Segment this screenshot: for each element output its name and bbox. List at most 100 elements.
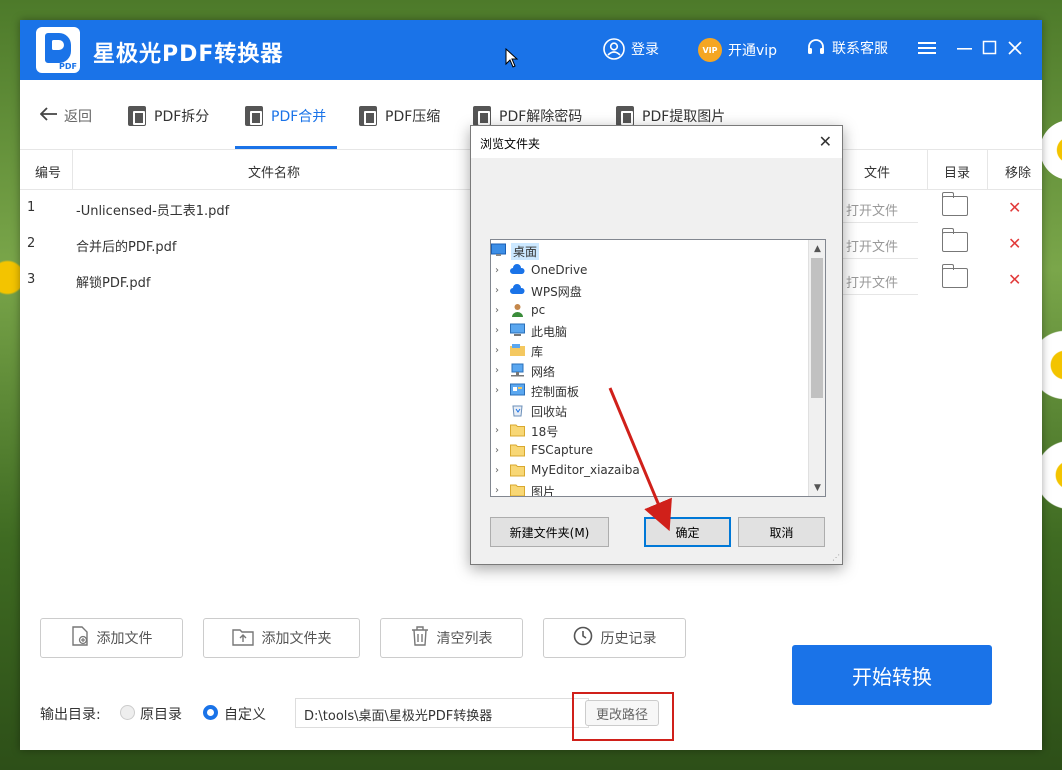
folder-icon[interactable] bbox=[941, 228, 968, 252]
recycle-bin-icon bbox=[510, 403, 525, 417]
cancel-button[interactable]: 取消 bbox=[738, 517, 825, 547]
login-button[interactable]: 登录 bbox=[603, 38, 659, 60]
user-icon bbox=[603, 38, 625, 60]
maximize-icon[interactable] bbox=[980, 36, 1000, 60]
radio-custom-dir[interactable] bbox=[203, 705, 218, 720]
scroll-up-icon[interactable]: ▲ bbox=[809, 240, 825, 257]
back-button[interactable]: 返回 bbox=[39, 106, 92, 126]
tree-item-label: 控制面板 bbox=[531, 385, 580, 399]
tab-pdf-unlock[interactable]: PDF解除密码 bbox=[473, 106, 582, 126]
network-icon bbox=[510, 363, 525, 377]
tree-item-label: WPS网盘 bbox=[531, 285, 582, 299]
history-label: 历史记录 bbox=[600, 631, 657, 647]
chevron-right-icon[interactable]: › bbox=[495, 425, 499, 436]
chevron-right-icon[interactable]: › bbox=[495, 385, 499, 396]
tree-item[interactable]: › 库 bbox=[491, 340, 809, 360]
folder-icon[interactable] bbox=[941, 264, 968, 288]
minimize-icon[interactable] bbox=[955, 36, 975, 60]
tab-pdf-merge[interactable]: PDF合并 bbox=[245, 106, 326, 126]
chevron-right-icon[interactable]: › bbox=[495, 445, 499, 456]
add-file-button[interactable]: 添加文件 bbox=[40, 618, 183, 658]
chevron-right-icon[interactable]: › bbox=[495, 485, 499, 496]
clear-list-button[interactable]: 清空列表 bbox=[380, 618, 523, 658]
tree-item[interactable]: 回收站 bbox=[491, 400, 809, 420]
folder-icon[interactable] bbox=[941, 192, 968, 216]
clear-list-label: 清空列表 bbox=[436, 631, 493, 647]
column-remove: 移除 bbox=[1005, 166, 1032, 181]
chevron-right-icon[interactable]: › bbox=[495, 305, 499, 316]
row-number: 2 bbox=[27, 236, 36, 251]
close-icon[interactable] bbox=[1005, 36, 1025, 60]
chevron-right-icon[interactable]: › bbox=[495, 325, 499, 336]
tree-item-label: FSCapture bbox=[531, 443, 594, 457]
arrow-left-icon bbox=[39, 107, 58, 125]
tree-item[interactable]: › 控制面板 bbox=[491, 380, 809, 400]
tree-item[interactable]: › 18号 bbox=[491, 420, 809, 440]
tab-label: PDF合并 bbox=[271, 109, 327, 125]
vip-icon: VIP bbox=[698, 38, 722, 62]
chevron-right-icon[interactable]: › bbox=[495, 465, 499, 476]
row-filename: -Unlicensed-员工表1.pdf bbox=[76, 204, 230, 219]
start-convert-button[interactable]: 开始转换 bbox=[792, 645, 992, 705]
folder-tree: 桌面 › OneDrive › WPS网盘 › pc › 此电脑 › 库 › 网络 › 控制面板 回收站 › 18… bbox=[490, 239, 826, 497]
new-folder-button[interactable]: 新建文件夹(M) bbox=[490, 517, 609, 547]
pdf-icon bbox=[473, 106, 491, 126]
dialog-close-icon[interactable]: ✕ bbox=[819, 132, 832, 151]
tree-item[interactable]: › FSCapture bbox=[491, 440, 809, 460]
add-folder-icon bbox=[231, 626, 254, 650]
row-number: 3 bbox=[27, 272, 36, 287]
customer-service-button[interactable]: 联系客服 bbox=[806, 38, 888, 58]
remove-icon[interactable]: ✕ bbox=[1008, 234, 1021, 253]
tree-item[interactable]: › WPS网盘 bbox=[491, 280, 809, 300]
tree-item[interactable]: › MyEditor_xiazaiba bbox=[491, 460, 809, 480]
control-panel-icon bbox=[510, 383, 525, 397]
add-file-icon bbox=[71, 626, 89, 650]
tree-item-label: 此电脑 bbox=[531, 325, 568, 339]
remove-icon[interactable]: ✕ bbox=[1008, 270, 1021, 289]
tree-item[interactable]: › 网络 bbox=[491, 360, 809, 380]
chevron-right-icon[interactable]: › bbox=[495, 345, 499, 356]
chevron-right-icon[interactable]: › bbox=[495, 365, 499, 376]
remove-icon[interactable]: ✕ bbox=[1008, 198, 1021, 217]
chevron-right-icon[interactable]: › bbox=[495, 285, 499, 296]
tree-item[interactable]: › OneDrive bbox=[491, 260, 809, 280]
tree-scrollbar[interactable]: ▲ ▼ bbox=[808, 240, 825, 496]
scroll-thumb[interactable] bbox=[811, 258, 823, 398]
tree-item-label: 桌面 bbox=[511, 243, 540, 260]
headset-icon bbox=[806, 38, 826, 58]
ok-button[interactable]: 确定 bbox=[644, 517, 731, 547]
tree-item[interactable]: › pc bbox=[491, 300, 809, 320]
history-button[interactable]: 历史记录 bbox=[543, 618, 686, 658]
scroll-down-icon[interactable]: ▼ bbox=[809, 479, 825, 496]
vip-button[interactable]: VIP 开通vip bbox=[698, 38, 777, 62]
radio-original-dir[interactable] bbox=[120, 705, 135, 720]
folder-icon bbox=[510, 483, 525, 496]
tree-item[interactable]: › 此电脑 bbox=[491, 320, 809, 340]
tab-pdf-extract-images[interactable]: PDF提取图片 bbox=[616, 106, 725, 126]
tab-label: PDF解除密码 bbox=[499, 109, 583, 125]
pdf-icon bbox=[616, 106, 634, 126]
output-path-field[interactable]: D:\tools\桌面\星极光PDF转换器 bbox=[295, 698, 589, 728]
menu-icon[interactable] bbox=[917, 36, 937, 60]
tree-item-label: 网络 bbox=[531, 365, 556, 379]
add-folder-button[interactable]: 添加文件夹 bbox=[203, 618, 360, 658]
tree-item[interactable]: › 图片 bbox=[491, 480, 809, 497]
folder-icon bbox=[510, 463, 525, 477]
tree-item-label: OneDrive bbox=[531, 263, 588, 277]
tab-pdf-split[interactable]: PDF拆分 bbox=[128, 106, 209, 126]
column-number: 编号 bbox=[35, 166, 62, 181]
open-file-link[interactable]: 打开文件 bbox=[840, 265, 918, 295]
login-label: 登录 bbox=[631, 42, 659, 58]
open-file-link[interactable]: 打开文件 bbox=[840, 193, 918, 223]
resize-grip-icon[interactable]: ⋰ bbox=[832, 553, 840, 562]
row-filename: 解锁PDF.pdf bbox=[76, 276, 151, 291]
background-flower bbox=[1040, 120, 1062, 180]
tree-item[interactable]: 桌面 bbox=[491, 240, 809, 260]
tree-item-label: 图片 bbox=[531, 485, 556, 497]
chevron-right-icon[interactable]: › bbox=[495, 265, 499, 276]
library-icon bbox=[510, 343, 525, 357]
output-label: 输出目录: bbox=[40, 707, 101, 723]
tab-pdf-compress[interactable]: PDF压缩 bbox=[359, 106, 440, 126]
row-filename: 合并后的PDF.pdf bbox=[76, 240, 177, 255]
open-file-link[interactable]: 打开文件 bbox=[840, 229, 918, 259]
